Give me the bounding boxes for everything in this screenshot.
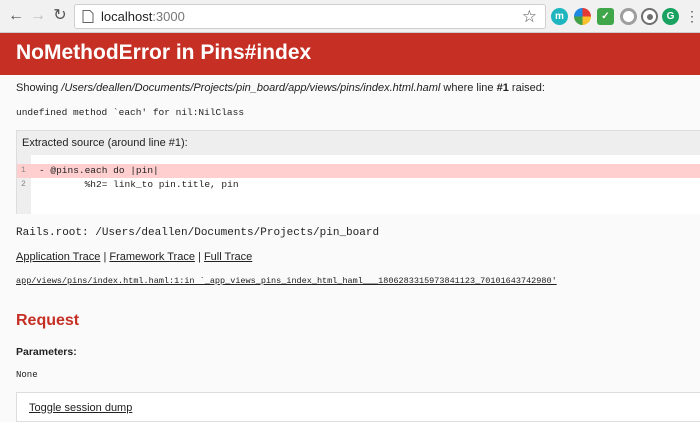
extension-color-icon[interactable]	[574, 8, 591, 25]
browser-toolbar: ← → ↻ localhost:3000 ☆ m ✓ G ⋮	[0, 0, 700, 33]
request-heading: Request	[16, 312, 80, 329]
trace-links: Application Trace | Framework Trace | Fu…	[16, 251, 253, 263]
framework-trace-link[interactable]: Framework Trace	[109, 251, 195, 263]
url-text: localhost:3000	[101, 9, 185, 24]
parameters-value: None	[16, 370, 38, 380]
toggle-session-dump-link[interactable]: Toggle session dump	[29, 402, 132, 414]
showing-text: Showing /Users/deallen/Documents/Project…	[16, 82, 545, 94]
extension-eye-icon[interactable]	[641, 8, 658, 25]
forward-arrow-icon[interactable]: →	[28, 6, 48, 26]
trace-entry-link[interactable]: app/views/pins/index.html.haml:1:in `_ap…	[16, 276, 557, 286]
back-arrow-icon[interactable]: ←	[6, 6, 26, 26]
bookmark-star-icon[interactable]: ☆	[522, 7, 537, 27]
extension-grammarly-icon[interactable]: G	[662, 8, 679, 25]
session-dump-box: Toggle session dump	[16, 392, 700, 422]
source-line: 2 %h2= link_to pin.title, pin	[21, 179, 239, 190]
full-trace-link[interactable]: Full Trace	[204, 251, 252, 263]
error-header: NoMethodError in Pins#index	[0, 33, 700, 75]
reload-icon[interactable]: ↻	[50, 6, 70, 26]
rails-root: Rails.root: /Users/deallen/Documents/Pro…	[16, 227, 380, 239]
template-path: /Users/deallen/Documents/Projects/pin_bo…	[61, 82, 441, 94]
page-info-icon[interactable]	[82, 10, 94, 23]
extracted-source: Extracted source (around line #1): 1 - @…	[16, 130, 700, 214]
error-title: NoMethodError in Pins#index	[16, 41, 312, 64]
extension-circle-icon[interactable]	[620, 8, 637, 25]
application-trace-link[interactable]: Application Trace	[16, 251, 100, 263]
parameters-label: Parameters:	[16, 346, 77, 358]
extension-save-icon[interactable]: ✓	[597, 8, 614, 25]
extension-m-icon[interactable]: m	[551, 8, 568, 25]
menu-icon[interactable]: ⋮	[682, 6, 700, 26]
error-message: undefined method `each' for nil:NilClass	[16, 107, 245, 118]
source-line-highlighted: 1 - @pins.each do |pin|	[17, 164, 700, 178]
address-bar[interactable]: localhost:3000 ☆	[74, 4, 546, 29]
source-header: Extracted source (around line #1):	[17, 131, 700, 155]
